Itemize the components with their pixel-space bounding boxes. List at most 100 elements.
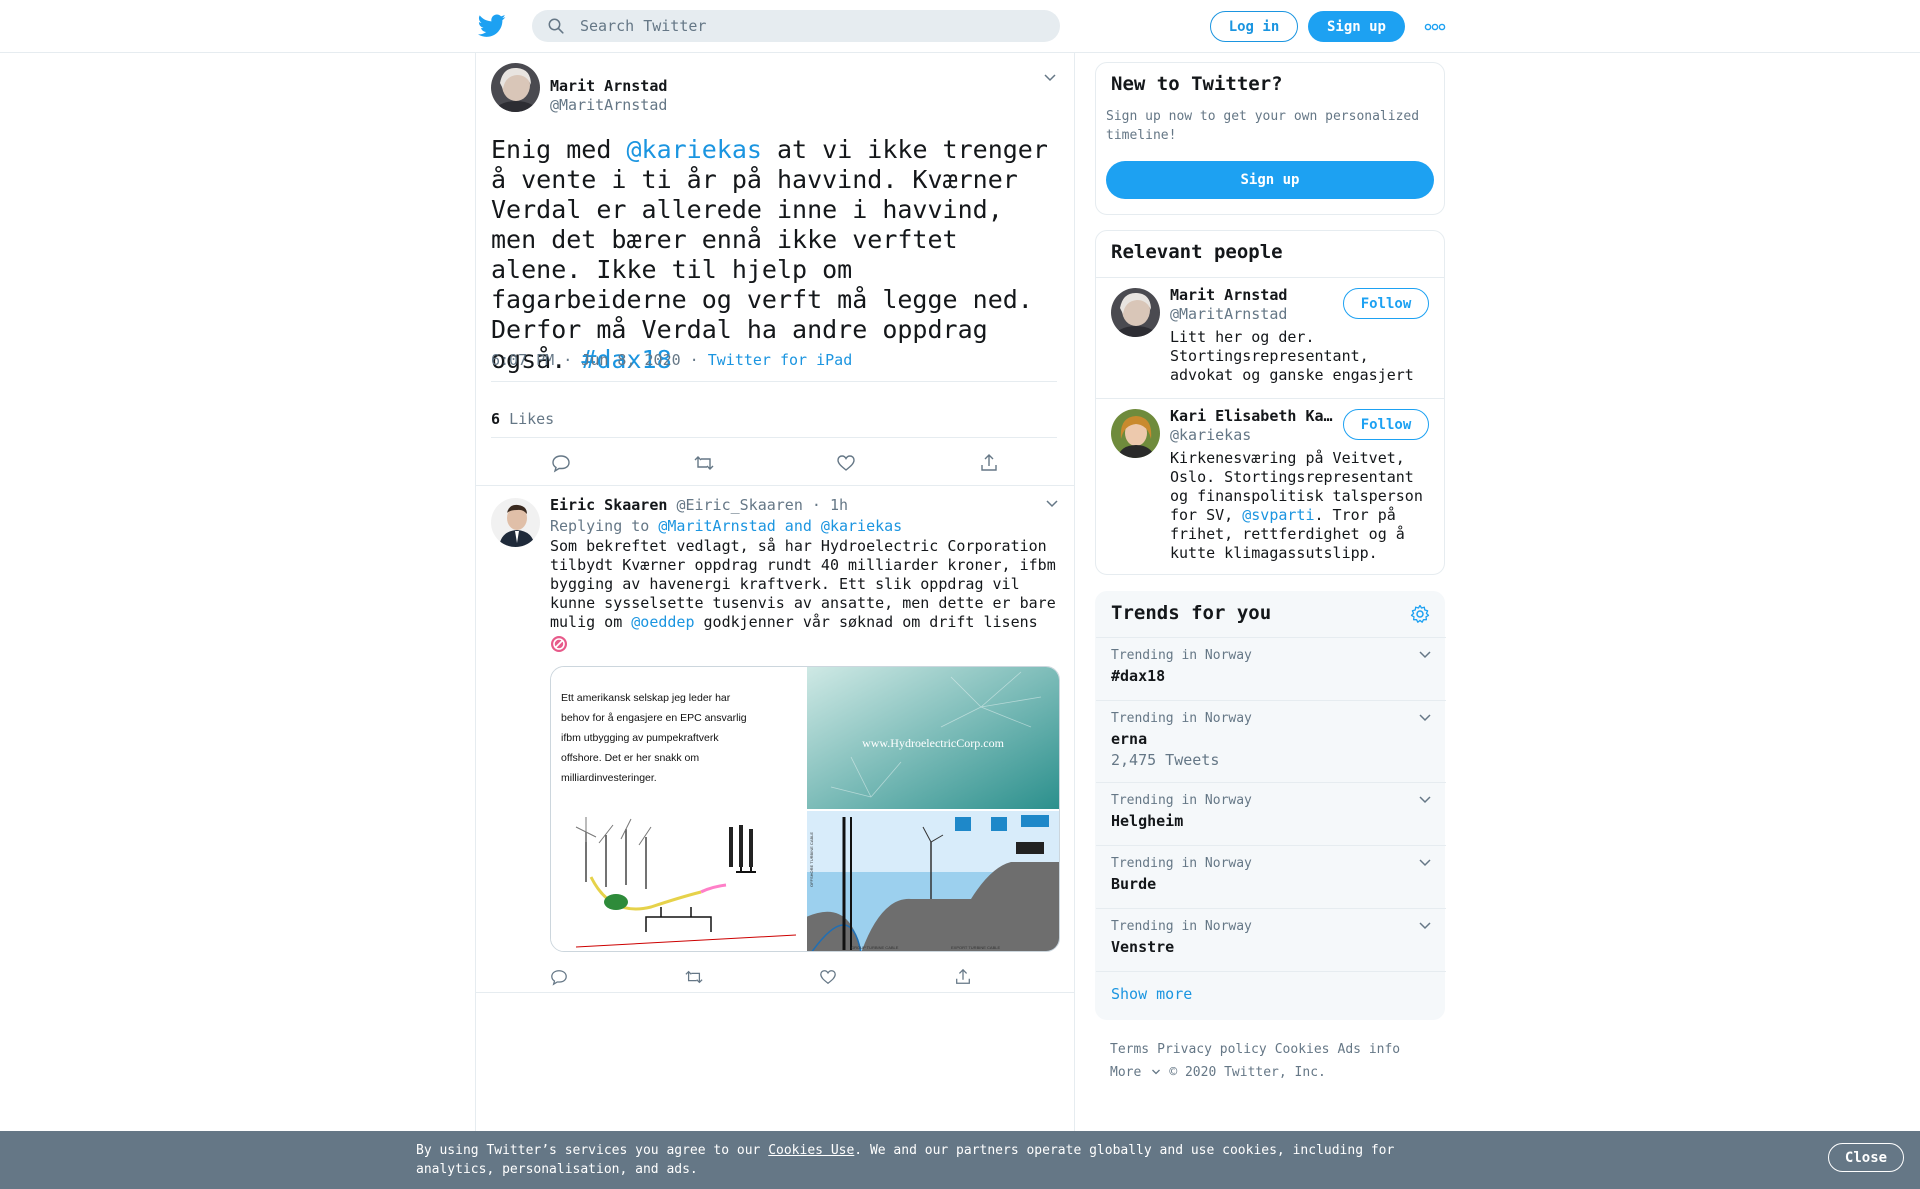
divider <box>1096 971 1446 972</box>
no-entry-emoji-icon <box>551 636 567 652</box>
avatar[interactable] <box>1111 409 1160 458</box>
tweet-source[interactable]: Twitter for iPad <box>708 351 853 369</box>
card-title: New to Twitter? <box>1111 73 1283 95</box>
main-column: Marit Arnstad @MaritArnstad Enig med @ka… <box>475 53 1075 1133</box>
cookie-consent-bar: By using Twitter’s services you agree to… <box>0 1131 1920 1189</box>
mention-link[interactable]: @oeddep <box>631 613 694 631</box>
reply-icon[interactable] <box>550 968 568 986</box>
show-more-link[interactable]: Show more <box>1111 985 1192 1003</box>
person-handle[interactable]: @kariekas <box>1170 426 1251 444</box>
avatar[interactable] <box>491 498 540 547</box>
reply-author-handle[interactable]: @Eiric_Skaaren <box>676 496 802 514</box>
trend-name[interactable]: Helgheim <box>1111 812 1183 830</box>
tweet-meta: 6:07 PM · Jun 8, 2020 · Twitter for iPad <box>491 351 852 369</box>
person-bio: Kirkenesværing på Veitvet, Oslo. Stortin… <box>1170 449 1435 563</box>
share-icon[interactable] <box>979 453 999 473</box>
likes-count[interactable]: 6 Likes <box>491 410 554 428</box>
retweet-icon[interactable] <box>684 968 704 986</box>
cookie-text-part: By using Twitter’s services you agree to… <box>416 1143 769 1158</box>
chevron-down-icon <box>1152 1069 1161 1075</box>
meta-separator: · <box>680 351 708 369</box>
search-box[interactable] <box>532 10 1060 42</box>
trend-name[interactable]: erna <box>1111 730 1147 748</box>
trend-category: Trending in Norway <box>1111 919 1252 934</box>
diagram-label: OFFSHORE TURBINE CABLE <box>809 832 814 887</box>
copyright: © 2020 Twitter, Inc. <box>1169 1065 1326 1080</box>
footer-link-terms[interactable]: Terms <box>1110 1042 1149 1057</box>
chevron-down-icon[interactable] <box>1418 713 1432 723</box>
chevron-down-icon[interactable] <box>1418 795 1432 805</box>
footer-more[interactable]: More <box>1110 1065 1161 1080</box>
trend-item[interactable]: Trending in Norway erna 2,475 Tweets <box>1096 700 1446 782</box>
person-name[interactable]: Marit Arnstad <box>1170 286 1340 304</box>
trend-item[interactable]: Trending in Norway Venstre <box>1096 908 1446 971</box>
signup-button[interactable]: Sign up <box>1308 11 1405 42</box>
search-icon <box>548 18 564 34</box>
twitter-logo-icon[interactable] <box>478 14 506 38</box>
footer-link-privacy[interactable]: Privacy policy <box>1157 1042 1267 1057</box>
tweet-text-part: at vi ikke trenger å vente i ti år på ha… <box>491 135 1048 374</box>
signup-description: Sign up now to get your own personalized… <box>1106 109 1420 143</box>
settings-gear-icon[interactable] <box>1410 604 1430 624</box>
more-icon[interactable] <box>1424 18 1446 34</box>
avatar[interactable] <box>491 63 540 112</box>
reply-time[interactable]: · 1h <box>803 496 848 514</box>
cookies-use-link[interactable]: Cookies Use <box>768 1143 854 1158</box>
footer-more-label: More <box>1110 1065 1142 1080</box>
chevron-down-icon[interactable] <box>1418 921 1432 931</box>
retweet-icon[interactable] <box>693 453 715 473</box>
share-icon[interactable] <box>954 968 972 986</box>
search-input[interactable] <box>580 10 1040 42</box>
reply-author-name[interactable]: Eiric Skaaren <box>550 496 667 514</box>
chevron-down-icon[interactable] <box>1418 858 1432 868</box>
reply-tweet[interactable]: Eiric Skaaren @Eiric_Skaaren · 1h Replyi… <box>476 485 1074 993</box>
footer-link-ads[interactable]: Ads info <box>1338 1042 1401 1057</box>
person-item[interactable]: Kari Elisabeth Kaski @kariekas Follow Ki… <box>1096 399 1444 574</box>
trend-category: Trending in Norway <box>1111 648 1252 663</box>
follow-button[interactable]: Follow <box>1343 409 1429 440</box>
person-item[interactable]: Marit Arnstad @MaritArnstad Follow Litt … <box>1096 278 1444 398</box>
mention-link[interactable]: @kariekas <box>626 135 761 164</box>
tweet-media-image[interactable]: Ett amerikansk selskap jeg leder har beh… <box>550 666 1060 952</box>
like-icon[interactable] <box>836 453 856 473</box>
replying-to-link[interactable]: @MaritArnstad and @kariekas <box>658 517 902 535</box>
chevron-down-icon[interactable] <box>1418 650 1432 660</box>
author-name[interactable]: Marit Arnstad <box>550 77 667 95</box>
person-handle[interactable]: @MaritArnstad <box>1170 305 1287 323</box>
cookie-text: By using Twitter’s services you agree to… <box>416 1141 1416 1179</box>
person-name[interactable]: Kari Elisabeth Kaski <box>1170 407 1340 425</box>
trend-name[interactable]: Burde <box>1111 875 1156 893</box>
trend-item[interactable]: Trending in Norway Helgheim <box>1096 782 1446 845</box>
mention-link[interactable]: @svparti <box>1242 506 1314 524</box>
diagram-label: EXPORT TURBINE CABLE <box>951 945 1000 950</box>
reply-header: Eiric Skaaren @Eiric_Skaaren · 1h <box>550 496 848 514</box>
close-cookie-button[interactable]: Close <box>1828 1143 1904 1172</box>
tweet-timestamp[interactable]: 6:07 PM · Jun 8, 2020 <box>491 351 681 369</box>
likes-label: Likes <box>509 410 555 428</box>
trend-name[interactable]: #dax18 <box>1111 667 1165 685</box>
reply-icon[interactable] <box>551 453 571 473</box>
diagram-label: GROUP TURBINE CABLE <box>851 945 899 950</box>
likes-number: 6 <box>491 410 501 428</box>
like-icon[interactable] <box>819 968 837 986</box>
tweet-text-part: Enig med <box>491 135 627 164</box>
reply-text-part: godkjenner vår søknad om drift lisens <box>694 613 1038 631</box>
top-bar: Log in Sign up <box>0 0 1920 53</box>
trend-tweet-count: 2,475 Tweets <box>1111 751 1220 769</box>
follow-button[interactable]: Follow <box>1343 288 1429 319</box>
card-title: Relevant people <box>1111 241 1283 263</box>
card-title: Trends for you <box>1111 602 1272 624</box>
footer-link-cookies[interactable]: Cookies <box>1275 1042 1330 1057</box>
trend-item[interactable]: Trending in Norway Burde <box>1096 845 1446 908</box>
sidebar-signup-button[interactable]: Sign up <box>1106 161 1434 199</box>
reply-text: Som bekreftet vedlagt, så har Hydroelect… <box>550 537 1060 653</box>
author-handle[interactable]: @MaritArnstad <box>550 96 667 114</box>
relevant-people-card: Relevant people Marit Arnstad @MaritArns… <box>1095 230 1445 575</box>
trend-name[interactable]: Venstre <box>1111 938 1174 956</box>
chevron-down-icon[interactable] <box>1043 73 1057 83</box>
chevron-down-icon[interactable] <box>1045 499 1059 509</box>
trend-item[interactable]: Trending in Norway #dax18 <box>1096 637 1446 700</box>
person-bio: Litt her og der. Stortingsrepresentant, … <box>1170 328 1414 384</box>
login-button[interactable]: Log in <box>1210 11 1298 42</box>
avatar[interactable] <box>1111 288 1160 337</box>
